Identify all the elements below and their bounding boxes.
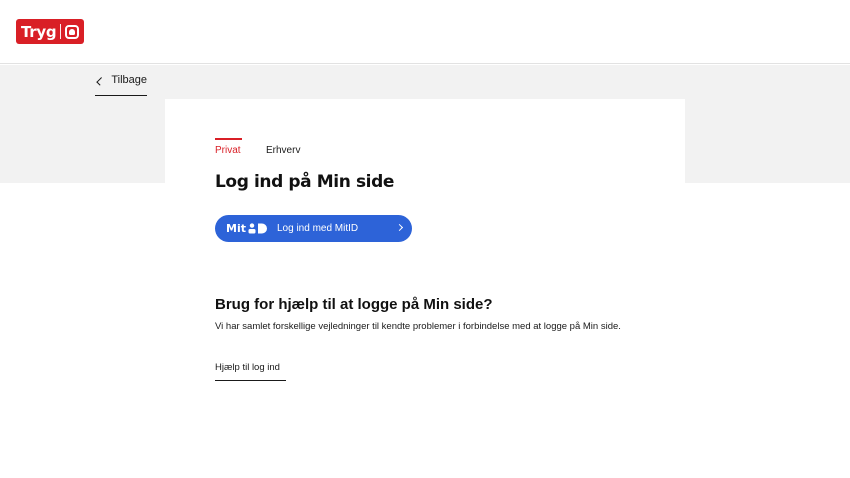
logo-text: Tryg [21,22,57,41]
tryg-logo-icon [65,24,80,39]
help-description: Vi har samlet forskellige vejledninger t… [215,321,621,332]
back-link[interactable]: Tilbage [95,74,147,96]
chevron-left-icon [96,77,106,86]
mitid-button-label: Log ind med MitID [276,223,359,234]
tryg-logo[interactable]: Tryg [16,19,84,44]
mitid-logo-text: Mit [226,222,246,235]
mitid-icon [248,223,267,234]
customer-type-tabs: Privat Erhverv [215,138,300,156]
mitid-login-button[interactable]: Mit Log ind med MitID [215,215,412,242]
back-link-label: Tilbage [111,74,147,86]
chevron-right-icon [395,223,404,232]
mitid-logo: Mit [226,222,268,235]
help-login-link[interactable]: Hjælp til log ind [215,362,286,381]
tab-privat[interactable]: Privat [215,138,242,156]
tab-erhverv[interactable]: Erhverv [266,138,300,156]
page-title: Log ind på Min side [215,172,394,192]
top-header: Tryg [0,0,850,64]
logo-divider [60,24,62,39]
help-heading: Brug for hjælp til at logge på Min side? [215,296,493,313]
